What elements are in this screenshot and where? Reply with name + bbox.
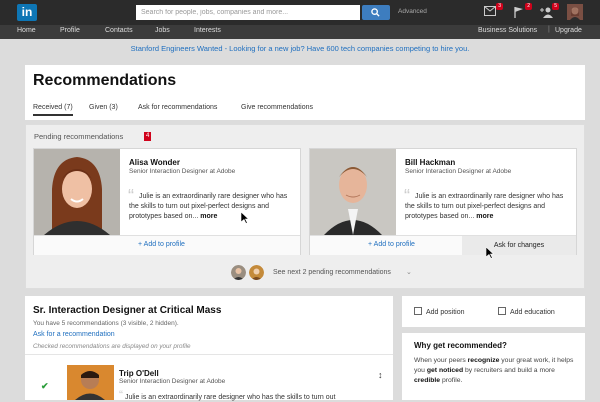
- recommender-name[interactable]: Alisa Wonder: [129, 158, 180, 167]
- why-text: by recruiters and build a more: [463, 367, 555, 374]
- messages-badge: 3: [496, 3, 503, 10]
- messages-icon: [484, 6, 496, 16]
- job-ad-banner[interactable]: Stanford Engineers Wanted - Looking for …: [0, 44, 600, 53]
- nav-business-solutions[interactable]: Business Solutions: [478, 27, 537, 34]
- flag-icon: [514, 7, 523, 18]
- card-footer: + Add to profile: [34, 235, 300, 255]
- mouse-cursor-icon: [486, 247, 494, 259]
- why-recommended-title: Why get recommended?: [414, 341, 507, 350]
- why-bold: get noticed: [426, 367, 464, 374]
- logo-text: in: [21, 5, 33, 19]
- why-recommended-text: When your peers recognize your great wor…: [414, 356, 579, 386]
- avatar: [249, 265, 264, 280]
- drag-handle-icon[interactable]: ↕: [378, 370, 383, 380]
- recommender-role: Senior Interaction Designer at Adobe: [129, 168, 236, 175]
- pending-count-badge: 4: [144, 132, 152, 141]
- position-title: Sr. Interaction Designer at Critical Mas…: [33, 305, 222, 316]
- nav-separator: |: [548, 26, 550, 33]
- recommendation-summary: You have 5 recommendations (3 visible, 2…: [33, 320, 179, 327]
- avatar: [231, 265, 246, 280]
- recommender-name[interactable]: Trip O'Dell: [119, 369, 159, 378]
- document-icon: [414, 307, 422, 315]
- recommendation-text: Julie is an extraordinarily rare designe…: [405, 192, 573, 222]
- education-icon: [498, 307, 506, 315]
- ask-for-changes-button[interactable]: Ask for changes: [462, 236, 576, 255]
- nav-jobs[interactable]: Jobs: [155, 27, 170, 34]
- add-connections-button[interactable]: 5: [540, 3, 559, 18]
- recommender-photo: [310, 149, 396, 235]
- add-position-button[interactable]: Add position: [414, 307, 465, 316]
- position-recommendations: Sr. Interaction Designer at Critical Mas…: [25, 296, 393, 402]
- messages-button[interactable]: 3: [484, 3, 503, 18]
- recommender-photo: [34, 149, 120, 235]
- nav-home[interactable]: Home: [17, 27, 36, 34]
- main-nav: Home Profile Contacts Jobs Interests Bus…: [0, 25, 600, 39]
- recommender-role: Senior Interaction Designer at Adobe: [119, 378, 226, 385]
- divider: [25, 354, 393, 355]
- recommendation-text: Julie is an extraordinarily rare designe…: [129, 192, 297, 222]
- user-photo-icon: [567, 4, 583, 20]
- add-education-button[interactable]: Add education: [498, 307, 555, 316]
- connections-badge: 5: [552, 3, 559, 10]
- recommender-name[interactable]: Bill Hackman: [405, 158, 455, 167]
- search-button[interactable]: [362, 5, 390, 20]
- top-bar: in Advanced 3 2 5: [0, 0, 600, 25]
- add-education-label: Add education: [510, 309, 555, 316]
- ask-recommendation-link[interactable]: Ask for a recommendation: [33, 331, 115, 338]
- why-bold: credible: [414, 377, 441, 384]
- display-note: Checked recommendations are displayed on…: [33, 343, 191, 350]
- pending-recommendations: Pending recommendations 4 Alisa Wonder S…: [25, 124, 585, 289]
- add-to-profile-button[interactable]: + Add to profile: [368, 241, 415, 248]
- account-avatar[interactable]: [567, 4, 583, 20]
- chevron-down-icon[interactable]: ⌄: [406, 268, 412, 276]
- more-link[interactable]: more: [200, 213, 217, 220]
- pending-title: Pending recommendations: [34, 132, 124, 141]
- recommendations-header: Recommendations Received (7) Given (3) A…: [25, 65, 585, 120]
- see-next-link[interactable]: See next 2 pending recommendations: [273, 269, 391, 276]
- tab-give[interactable]: Give recommendations: [241, 104, 313, 111]
- nav-upgrade[interactable]: Upgrade: [555, 27, 582, 34]
- profile-actions: Add position Add education: [402, 296, 585, 327]
- add-to-profile-button[interactable]: + Add to profile: [138, 241, 185, 248]
- search-icon: [371, 8, 380, 17]
- tab-received[interactable]: Received (7): [33, 104, 73, 116]
- tab-given[interactable]: Given (3): [89, 104, 118, 111]
- why-recommended-panel: Why get recommended? When your peers rec…: [402, 333, 585, 400]
- why-text: When your peers: [414, 357, 468, 364]
- why-bold: recognize: [467, 357, 500, 364]
- checkmark-icon[interactable]: ✔: [41, 382, 49, 391]
- advanced-search-link[interactable]: Advanced: [398, 8, 427, 15]
- mouse-cursor-icon: [241, 212, 249, 224]
- card-footer: + Add to profile Ask for changes: [310, 235, 576, 255]
- notifications-button[interactable]: 2: [513, 3, 532, 18]
- nav-contacts[interactable]: Contacts: [105, 27, 133, 34]
- recommender-photo: [67, 365, 114, 400]
- add-position-label: Add position: [426, 309, 465, 316]
- nav-profile[interactable]: Profile: [60, 27, 80, 34]
- notifications-badge: 2: [525, 3, 532, 10]
- more-link[interactable]: more: [476, 213, 493, 220]
- pending-card: Bill Hackman Senior Interaction Designer…: [309, 148, 577, 255]
- page-title: Recommendations: [33, 72, 177, 89]
- why-text: profile.: [440, 377, 463, 384]
- tab-ask[interactable]: Ask for recommendations: [138, 104, 217, 111]
- search-input[interactable]: [136, 5, 360, 20]
- nav-interests[interactable]: Interests: [194, 27, 221, 34]
- recommender-role: Senior Interaction Designer at Adobe: [405, 168, 512, 175]
- pending-card: Alisa Wonder Senior Interaction Designer…: [33, 148, 301, 255]
- linkedin-logo[interactable]: in: [17, 4, 37, 21]
